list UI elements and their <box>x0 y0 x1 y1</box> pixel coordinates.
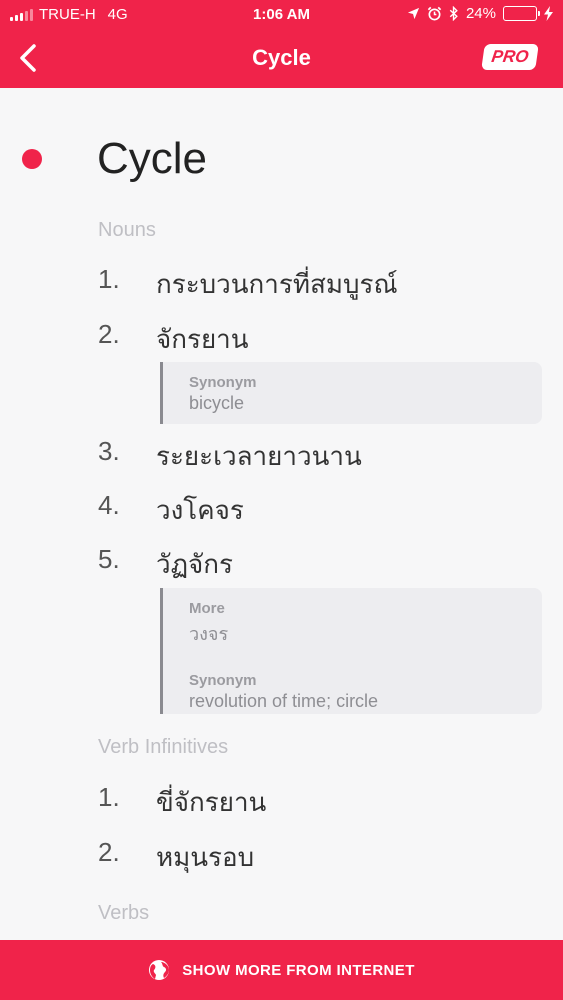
definition-text: กระบวนการที่สมบูรณ์ <box>156 269 398 299</box>
definition-text: หมุนรอบ <box>156 842 255 872</box>
definition-number: 1. <box>98 782 120 812</box>
entry-content: Cycle Nouns 1. กระบวนการที่สมบูรณ์ 2. จั… <box>0 88 563 940</box>
verb-infinitives-heading: Verb Infinitives <box>98 736 229 758</box>
definition-number: 5. <box>98 544 120 574</box>
globe-icon <box>149 960 170 980</box>
pro-button[interactable]: PRO <box>481 44 539 70</box>
definition-text: จักรยาน <box>156 324 249 354</box>
status-bar: TRUE-H 4G 1:06 AM 24% <box>0 0 563 30</box>
noun-definition-5[interactable]: 5. วัฏจักร <box>98 544 233 585</box>
more-value: วงจร <box>189 624 229 644</box>
charging-icon <box>544 6 553 21</box>
top-bar: TRUE-H 4G 1:06 AM 24% Cycle PRO <box>0 0 563 88</box>
synonym-box: Synonym bicycle <box>160 362 542 424</box>
noun-definition-1[interactable]: 1. กระบวนการที่สมบูรณ์ <box>98 264 398 305</box>
definition-text: วัฏจักร <box>156 549 233 579</box>
more-label: More <box>189 600 225 617</box>
synonym-label: Synonym <box>189 374 257 391</box>
bluetooth-icon <box>449 6 458 21</box>
battery-percent: 24% <box>465 5 496 22</box>
show-more-internet-button[interactable]: SHOW MORE FROM INTERNET <box>0 940 563 1000</box>
alarm-icon <box>427 6 442 21</box>
noun-definition-3[interactable]: 3. ระยะเวลายาวนาน <box>98 436 362 477</box>
nouns-heading: Nouns <box>98 219 156 241</box>
nav-bar: Cycle PRO <box>0 30 563 88</box>
more-synonym-box: More วงจร Synonym revolution of time; ci… <box>160 588 542 714</box>
definition-text: วงโคจร <box>156 495 244 525</box>
nav-title: Cycle <box>252 45 311 70</box>
battery-icon <box>503 6 540 21</box>
definition-number: 3. <box>98 436 120 466</box>
synonym-value: revolution of time; circle <box>189 691 379 711</box>
definition-number: 4. <box>98 490 120 520</box>
definition-number: 2. <box>98 837 120 867</box>
verbs-heading: Verbs <box>98 902 150 924</box>
synonym-value: bicycle <box>189 393 245 413</box>
verb-infinitive-1[interactable]: 1. ขี่จักรยาน <box>98 782 266 823</box>
favorite-dot-icon[interactable] <box>22 149 42 169</box>
verb-infinitive-2[interactable]: 2. หมุนรอบ <box>98 837 254 878</box>
entry-word: Cycle <box>97 134 208 183</box>
definition-text: ขี่จักรยาน <box>156 787 267 817</box>
show-more-label: SHOW MORE FROM INTERNET <box>182 961 415 979</box>
noun-definition-2[interactable]: 2. จักรยาน <box>98 319 249 360</box>
definition-number: 2. <box>98 319 120 349</box>
definition-number: 1. <box>98 264 120 294</box>
status-right: 24% <box>407 5 553 22</box>
synonym-label: Synonym <box>189 672 257 689</box>
location-icon <box>407 7 420 20</box>
noun-definition-4[interactable]: 4. วงโคจร <box>98 490 244 531</box>
definition-text: ระยะเวลายาวนาน <box>156 441 362 471</box>
